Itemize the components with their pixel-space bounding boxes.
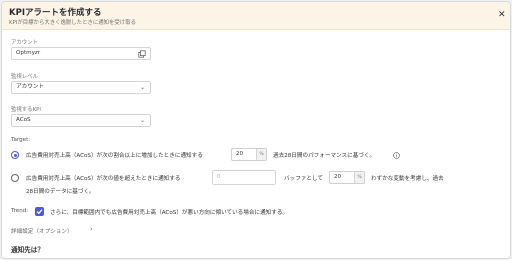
target-option2-text-line1: 広告費用対売上高（ACoS）が次の値を超えたときに通知する	[26, 176, 181, 182]
target-option1-after-text: 過去28日間のパフォーマンスに基づく。	[273, 153, 376, 159]
percent-unit: %	[354, 172, 364, 183]
modal-subtitle: KPIが目標から大きく逸脱したときに通知を受け取る	[9, 20, 136, 26]
target-option2-value-input[interactable]: 0	[212, 170, 276, 185]
copy-icon[interactable]	[138, 50, 146, 58]
modal-title: KPIアラートを作成する	[9, 8, 102, 18]
buffer-percent-value: 20	[334, 174, 342, 180]
target-option1-radio[interactable]	[11, 151, 19, 159]
chevron-down-icon: ⌄	[139, 117, 145, 124]
target-option2-radio[interactable]	[11, 174, 19, 182]
checkmark-icon	[36, 209, 43, 215]
monitoring-level-value: アカウント	[16, 84, 44, 90]
advanced-settings-link[interactable]: 詳細設定（オプション）	[11, 227, 73, 235]
target-option1-percent-value: 20	[236, 151, 244, 157]
target-option2-after-text: わずかな変動を考慮し、過去	[371, 176, 444, 182]
chevron-right-icon[interactable]: ›	[90, 225, 93, 233]
close-icon[interactable]: ✕	[498, 11, 506, 20]
trend-checkbox[interactable]	[35, 207, 44, 216]
target-option2-input-placeholder: 0	[217, 174, 221, 180]
trend-label: Trend:	[11, 208, 29, 214]
notify-label: 通知先は？	[11, 246, 44, 254]
target-option2-text-line2: 28日間のデータに基づく。	[26, 189, 95, 195]
percent-unit: %	[256, 149, 266, 160]
info-icon[interactable]	[393, 152, 400, 159]
buffer-percent-input[interactable]: 20 %	[329, 171, 365, 184]
target-option1-text: 広告費用対売上高（ACoS）が次の割合以上に増加したときに通知する	[26, 153, 203, 159]
account-label: アカウント	[11, 40, 38, 46]
monitoring-level-select[interactable]: アカウント ⌄	[11, 81, 151, 94]
chevron-down-icon: ⌄	[139, 84, 145, 91]
kpi-label: 監視するKPI	[11, 107, 41, 113]
kpi-alert-modal: KPIアラートを作成する KPIが目標から大きく逸脱したときに通知を受け取る ✕…	[1, 1, 511, 259]
target-label: Target:	[11, 137, 31, 143]
buffer-text: バッファとして	[284, 176, 323, 182]
modal-header: KPIアラートを作成する KPIが目標から大きく逸脱したときに通知を受け取る ✕	[2, 2, 510, 30]
target-option1-percent-input[interactable]: 20 %	[231, 148, 267, 161]
kpi-select[interactable]: ACoS ⌄	[11, 114, 151, 127]
account-field[interactable]: Optmyzr	[11, 47, 151, 60]
trend-text: さらに、目標範囲内でも広告費用対売上高（ACoS）が悪い方向に傾いている場合に通…	[50, 210, 289, 216]
account-value: Optmyzr	[16, 50, 41, 56]
monitoring-level-label: 監視レベル	[11, 74, 38, 80]
kpi-value: ACoS	[16, 117, 31, 123]
